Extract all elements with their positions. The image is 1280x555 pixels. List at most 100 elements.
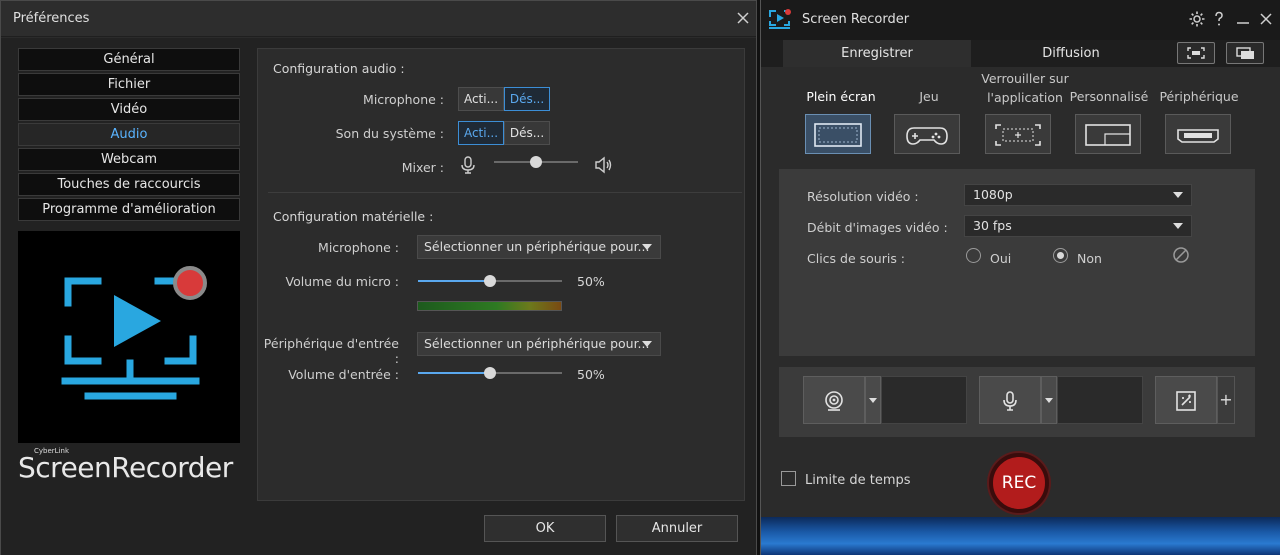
- hardware-microphone-label: Microphone :: [318, 240, 399, 255]
- system-sound-label: Son du système :: [335, 126, 444, 141]
- preferences-nav: Général Fichier Vidéo Audio Webcam Touch…: [18, 48, 240, 223]
- close-icon[interactable]: [734, 9, 752, 27]
- mixer-slider[interactable]: [494, 156, 578, 168]
- input-volume-percent: 50%: [577, 367, 605, 382]
- system-sound-on-button[interactable]: Acti...: [458, 121, 504, 145]
- time-limit-label: Limite de temps: [805, 473, 911, 488]
- tab-stream[interactable]: Diffusion: [977, 40, 1165, 67]
- framerate-dropdown[interactable]: 30 fps: [964, 215, 1192, 237]
- preferences-titlebar: Préférences: [1, 1, 756, 37]
- mic-volume-label: Volume du micro :: [285, 274, 399, 289]
- microphone-device-value: Sélectionner un périphérique pour...: [424, 239, 650, 254]
- mouse-clicks-yes-label: Oui: [990, 251, 1012, 266]
- hardware-config-title: Configuration matérielle :: [273, 209, 434, 224]
- mode-label-fullscreen: Plein écran: [806, 89, 876, 104]
- chevron-down-icon: [1173, 192, 1183, 198]
- nav-item-file[interactable]: Fichier: [18, 73, 240, 96]
- microphone-icon: [458, 155, 478, 175]
- mode-label-lock-app: Verrouiller sur l'application: [981, 71, 1069, 105]
- gear-icon[interactable]: [1188, 10, 1206, 28]
- mini-mode-button[interactable]: [1226, 42, 1264, 64]
- preferences-window: Préférences Général Fichier Vidéo Audio …: [0, 0, 757, 555]
- input-device-dropdown[interactable]: Sélectionner un périphérique pour...: [417, 332, 661, 356]
- help-icon[interactable]: [1210, 10, 1228, 28]
- nav-item-hotkeys[interactable]: Touches de raccourcis: [18, 173, 240, 196]
- nav-item-improvement-program[interactable]: Programme d'amélioration: [18, 198, 240, 221]
- custom-mode-button[interactable]: [1075, 114, 1141, 154]
- webcam-dropdown-arrow[interactable]: [865, 376, 881, 424]
- microphone-toggle: Acti... Dés...: [458, 87, 550, 111]
- framerate-value: 30 fps: [973, 218, 1012, 233]
- nav-item-general[interactable]: Général: [18, 48, 240, 71]
- resolution-dropdown[interactable]: 1080p: [964, 184, 1192, 206]
- input-device-value: Sélectionner un périphérique pour...: [424, 336, 650, 351]
- chevron-down-icon: [1173, 223, 1183, 229]
- input-volume-slider[interactable]: [418, 367, 562, 379]
- speaker-icon: [593, 155, 613, 175]
- lock-app-mode-button[interactable]: [985, 114, 1051, 154]
- preferences-body: Général Fichier Vidéo Audio Webcam Touch…: [1, 38, 756, 555]
- mode-label-game: Jeu: [919, 89, 939, 104]
- brand-screenrecorder: ScreenRecorder: [18, 451, 233, 484]
- screen-recorder-icon: [767, 8, 793, 32]
- recorder-title: Screen Recorder: [802, 12, 910, 27]
- close-icon[interactable]: [1257, 10, 1275, 28]
- game-mode-button[interactable]: [894, 114, 960, 154]
- resolution-value: 1080p: [973, 187, 1013, 202]
- system-sound-off-button[interactable]: Dés...: [504, 121, 550, 145]
- record-button[interactable]: REC: [989, 453, 1049, 513]
- fullscreen-mode-button[interactable]: [805, 114, 871, 154]
- system-sound-toggle: Acti... Dés...: [458, 121, 550, 145]
- chevron-down-icon: [642, 341, 652, 347]
- add-source-button[interactable]: +: [1217, 376, 1235, 424]
- microphone-dropdown-arrow[interactable]: [1041, 376, 1057, 424]
- recorder-titlebar: Screen Recorder: [761, 0, 1280, 40]
- sources-panel: +: [779, 367, 1255, 437]
- webcam-button[interactable]: [803, 376, 865, 424]
- audio-level-meter: [417, 301, 562, 311]
- webcam-preview-slot: [881, 376, 967, 424]
- section-divider: [268, 192, 742, 193]
- microphone-label: Microphone :: [363, 92, 444, 107]
- desktop-background: [761, 517, 1280, 555]
- preferences-title: Préférences: [13, 11, 90, 26]
- mouse-clicks-no-label: Non: [1077, 251, 1102, 266]
- chevron-down-icon: [642, 244, 652, 250]
- screen-recorder-window: Screen Recorder Enregistrer Diffusion Pl…: [760, 0, 1280, 555]
- audio-config-title: Configuration audio :: [273, 61, 405, 76]
- audio-settings-panel: Configuration audio : Microphone : Acti.…: [257, 48, 745, 501]
- mixer-label: Mixer :: [401, 160, 444, 175]
- time-limit-checkbox[interactable]: [781, 471, 796, 486]
- nav-item-webcam[interactable]: Webcam: [18, 148, 240, 171]
- cancel-button[interactable]: Annuler: [616, 515, 738, 542]
- mic-volume-slider[interactable]: [418, 275, 562, 287]
- microphone-level-slot: [1057, 376, 1143, 424]
- mouse-clicks-yes-radio[interactable]: [966, 248, 981, 263]
- input-volume-label: Volume d'entrée :: [288, 367, 399, 382]
- disabled-icon[interactable]: [1171, 245, 1191, 265]
- microphone-button[interactable]: [979, 376, 1041, 424]
- recording-options-panel: Résolution vidéo : 1080p Débit d'images …: [779, 169, 1255, 356]
- framerate-label: Débit d'images vidéo :: [807, 220, 948, 235]
- microphone-off-button[interactable]: Dés...: [504, 87, 550, 111]
- screenshot-mode-button[interactable]: [1177, 42, 1215, 64]
- minimize-icon[interactable]: [1234, 10, 1252, 28]
- effects-button[interactable]: [1155, 376, 1217, 424]
- ok-button[interactable]: OK: [484, 515, 606, 542]
- mic-volume-percent: 50%: [577, 274, 605, 289]
- resolution-label: Résolution vidéo :: [807, 189, 919, 204]
- mouse-clicks-no-radio[interactable]: [1053, 248, 1068, 263]
- mode-label-custom: Personnalisé: [1069, 89, 1149, 104]
- input-device-label: Périphérique d'entrée :: [263, 336, 399, 366]
- mouse-clicks-label: Clics de souris :: [807, 251, 906, 266]
- recorder-tabs: Enregistrer Diffusion: [761, 40, 1280, 67]
- app-logo: [18, 231, 240, 443]
- microphone-on-button[interactable]: Acti...: [458, 87, 504, 111]
- nav-item-audio[interactable]: Audio: [18, 123, 240, 146]
- recorder-main: Plein écran Jeu Verrouiller sur l'applic…: [761, 67, 1280, 517]
- device-mode-button[interactable]: [1165, 114, 1231, 154]
- nav-item-video[interactable]: Vidéo: [18, 98, 240, 121]
- microphone-device-dropdown[interactable]: Sélectionner un périphérique pour...: [417, 235, 661, 259]
- mode-label-device: Périphérique: [1159, 89, 1239, 104]
- tab-record[interactable]: Enregistrer: [783, 40, 971, 67]
